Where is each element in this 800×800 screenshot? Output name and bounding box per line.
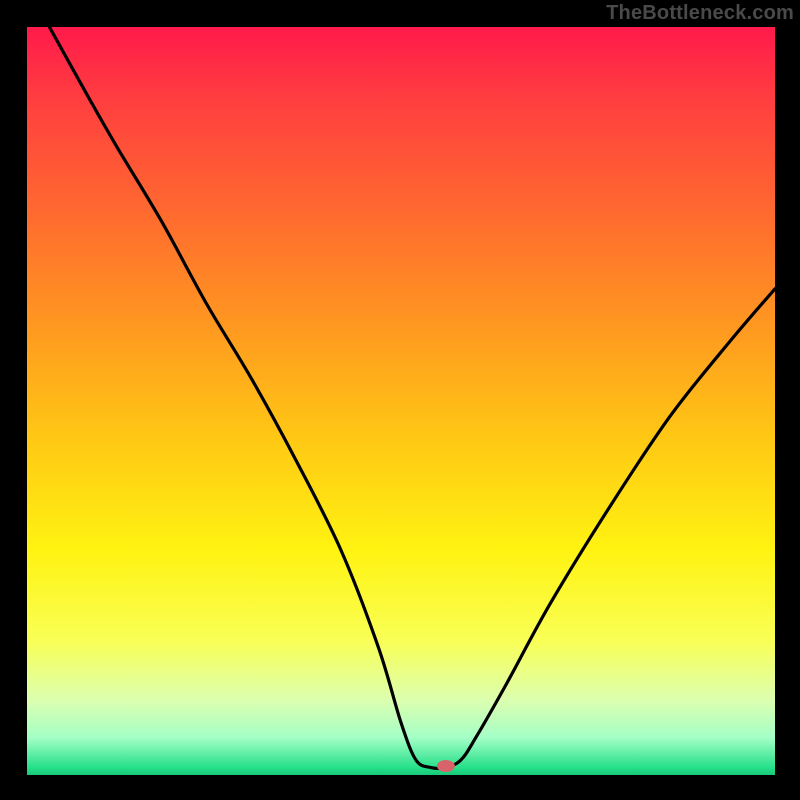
bottleneck-chart	[0, 0, 800, 800]
minimum-marker	[437, 760, 455, 772]
chart-container: TheBottleneck.com	[0, 0, 800, 800]
watermark-text: TheBottleneck.com	[606, 2, 794, 25]
plot-background	[27, 27, 775, 775]
